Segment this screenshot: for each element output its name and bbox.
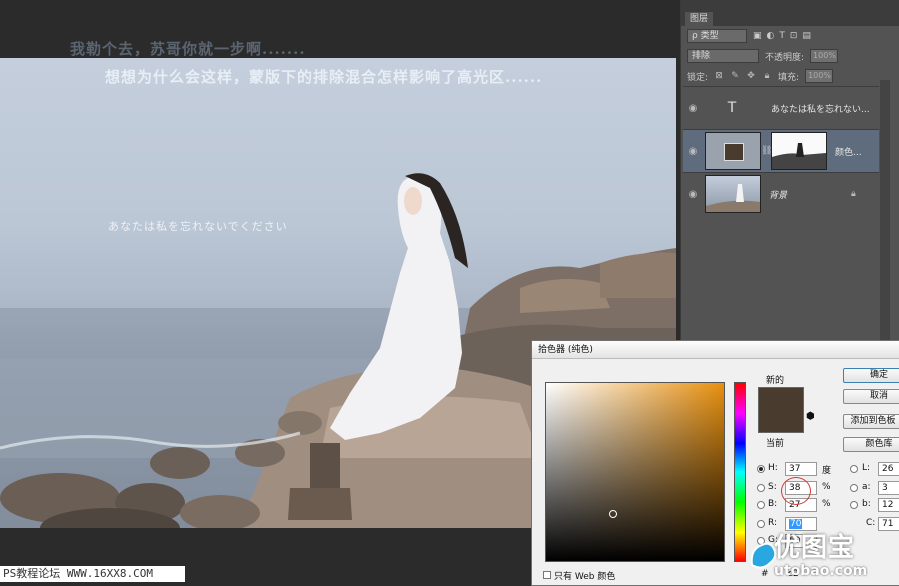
blend-mode-select[interactable]: 排除 — [687, 49, 759, 63]
panel-tabbar: 图层 — [681, 10, 899, 26]
a-label: a: — [862, 482, 871, 492]
fill-input[interactable]: 100% — [805, 69, 834, 83]
lock-all-icon[interactable]: 🔒︎ — [762, 71, 772, 81]
layer-row-background[interactable]: ◉ 背景 🔒︎ — [683, 172, 879, 215]
background-lock-icon: 🔒︎ — [851, 189, 856, 199]
link-icon[interactable]: ⛓ — [761, 146, 772, 156]
s-label: S: — [768, 482, 777, 492]
opacity-label: 不透明度: — [765, 52, 805, 63]
lab-b-input[interactable]: 12 — [878, 498, 899, 512]
h-unit: 度 — [822, 466, 832, 476]
radio-b[interactable] — [757, 501, 765, 509]
add-to-swatches-button[interactable]: 添加到色板 — [843, 414, 899, 429]
overlay-japanese-text: あなたは私を忘れないでください — [108, 220, 288, 233]
text-layer-icon: T — [727, 100, 737, 116]
layers-scrollbar[interactable] — [880, 80, 890, 345]
background-thumbnail[interactable] — [705, 175, 761, 213]
layer-name: あなたは私を忘れない... — [771, 104, 870, 115]
layer-row-text[interactable]: ◉ T あなたは私を忘れない... — [683, 86, 879, 129]
radio-a[interactable] — [850, 484, 858, 492]
layer-filter-select[interactable]: ρ 类型 — [687, 29, 747, 43]
current-color-label: 当前 — [766, 439, 785, 449]
layer-row-color-fill[interactable]: ◉ ⛓ 颜色... — [683, 129, 879, 172]
layer-name: 颜色... — [835, 147, 862, 158]
layer-filter-row: ρ 类型 ▣◐T⊡▤ — [681, 26, 899, 46]
lock-brush-icon[interactable]: ✎ — [730, 71, 740, 81]
ok-button[interactable]: 确定 — [843, 368, 899, 383]
s-unit: % — [822, 482, 831, 492]
new-color-label: 新的 — [766, 376, 785, 386]
visibility-eye-icon[interactable]: ◉ — [683, 103, 703, 114]
overlay-title-1: 我勒个去，苏哥你就一步啊....... — [70, 40, 306, 58]
filter-icons[interactable]: ▣◐T⊡▤ — [753, 31, 816, 41]
overlay-title-2: 想想为什么会这样，蒙版下的排除混合怎样影响了高光区...... — [105, 68, 543, 86]
lock-label: 锁定: — [687, 72, 709, 83]
lock-pixels-icon[interactable]: ⊠ — [714, 71, 724, 81]
fill-thumbnail[interactable] — [705, 132, 761, 170]
l-input[interactable]: 26 — [878, 462, 899, 476]
radio-l[interactable] — [850, 465, 858, 473]
radio-s[interactable] — [757, 484, 765, 492]
h-input[interactable]: 37 — [785, 462, 817, 476]
visibility-eye-icon[interactable]: ◉ — [683, 146, 703, 157]
picker-cursor[interactable] — [609, 510, 617, 518]
radio-h[interactable] — [757, 465, 765, 473]
layer-name: 背景 — [769, 190, 788, 201]
visibility-eye-icon[interactable]: ◉ — [683, 189, 703, 200]
web-colors-checkbox[interactable] — [543, 571, 551, 579]
panel-header-strip — [681, 0, 899, 10]
mask-thumbnail[interactable] — [771, 132, 827, 170]
lock-move-icon[interactable]: ✥ — [746, 71, 756, 81]
tab-layers[interactable]: 图层 — [685, 12, 714, 26]
opacity-input[interactable]: 100% — [810, 49, 839, 63]
new-color-swatch — [758, 387, 804, 433]
annotation-red-circle — [781, 477, 811, 505]
saturation-brightness-field[interactable] — [545, 382, 725, 562]
lock-row: 锁定: ⊠ ✎ ✥ 🔒︎ 填充: 100% — [681, 66, 899, 86]
site-watermark: PS教程论坛 WWW.16XX8.COM — [0, 566, 185, 582]
web-colors-label: 只有 Web 颜色 — [554, 572, 616, 582]
dialog-title: 拾色器 (纯色) — [532, 341, 899, 359]
blend-row: 排除 不透明度: 100% — [681, 46, 899, 66]
l-label: L: — [862, 463, 871, 473]
brand-url: utobao.com — [774, 563, 868, 579]
radio-lab-b[interactable] — [850, 501, 858, 509]
lab-b-label: b: — [862, 499, 871, 509]
cube-warning-icon[interactable]: ⬢ — [806, 411, 815, 422]
fill-label: 填充: — [778, 72, 800, 83]
brand-name: 优图宝 — [774, 533, 856, 563]
b-unit: % — [822, 499, 831, 509]
h-label: H: — [768, 463, 778, 473]
b-label: B: — [768, 499, 778, 509]
cancel-button[interactable]: 取消 — [843, 389, 899, 404]
color-libraries-button[interactable]: 颜色库 — [843, 437, 899, 452]
a-input[interactable]: 3 — [878, 481, 899, 495]
